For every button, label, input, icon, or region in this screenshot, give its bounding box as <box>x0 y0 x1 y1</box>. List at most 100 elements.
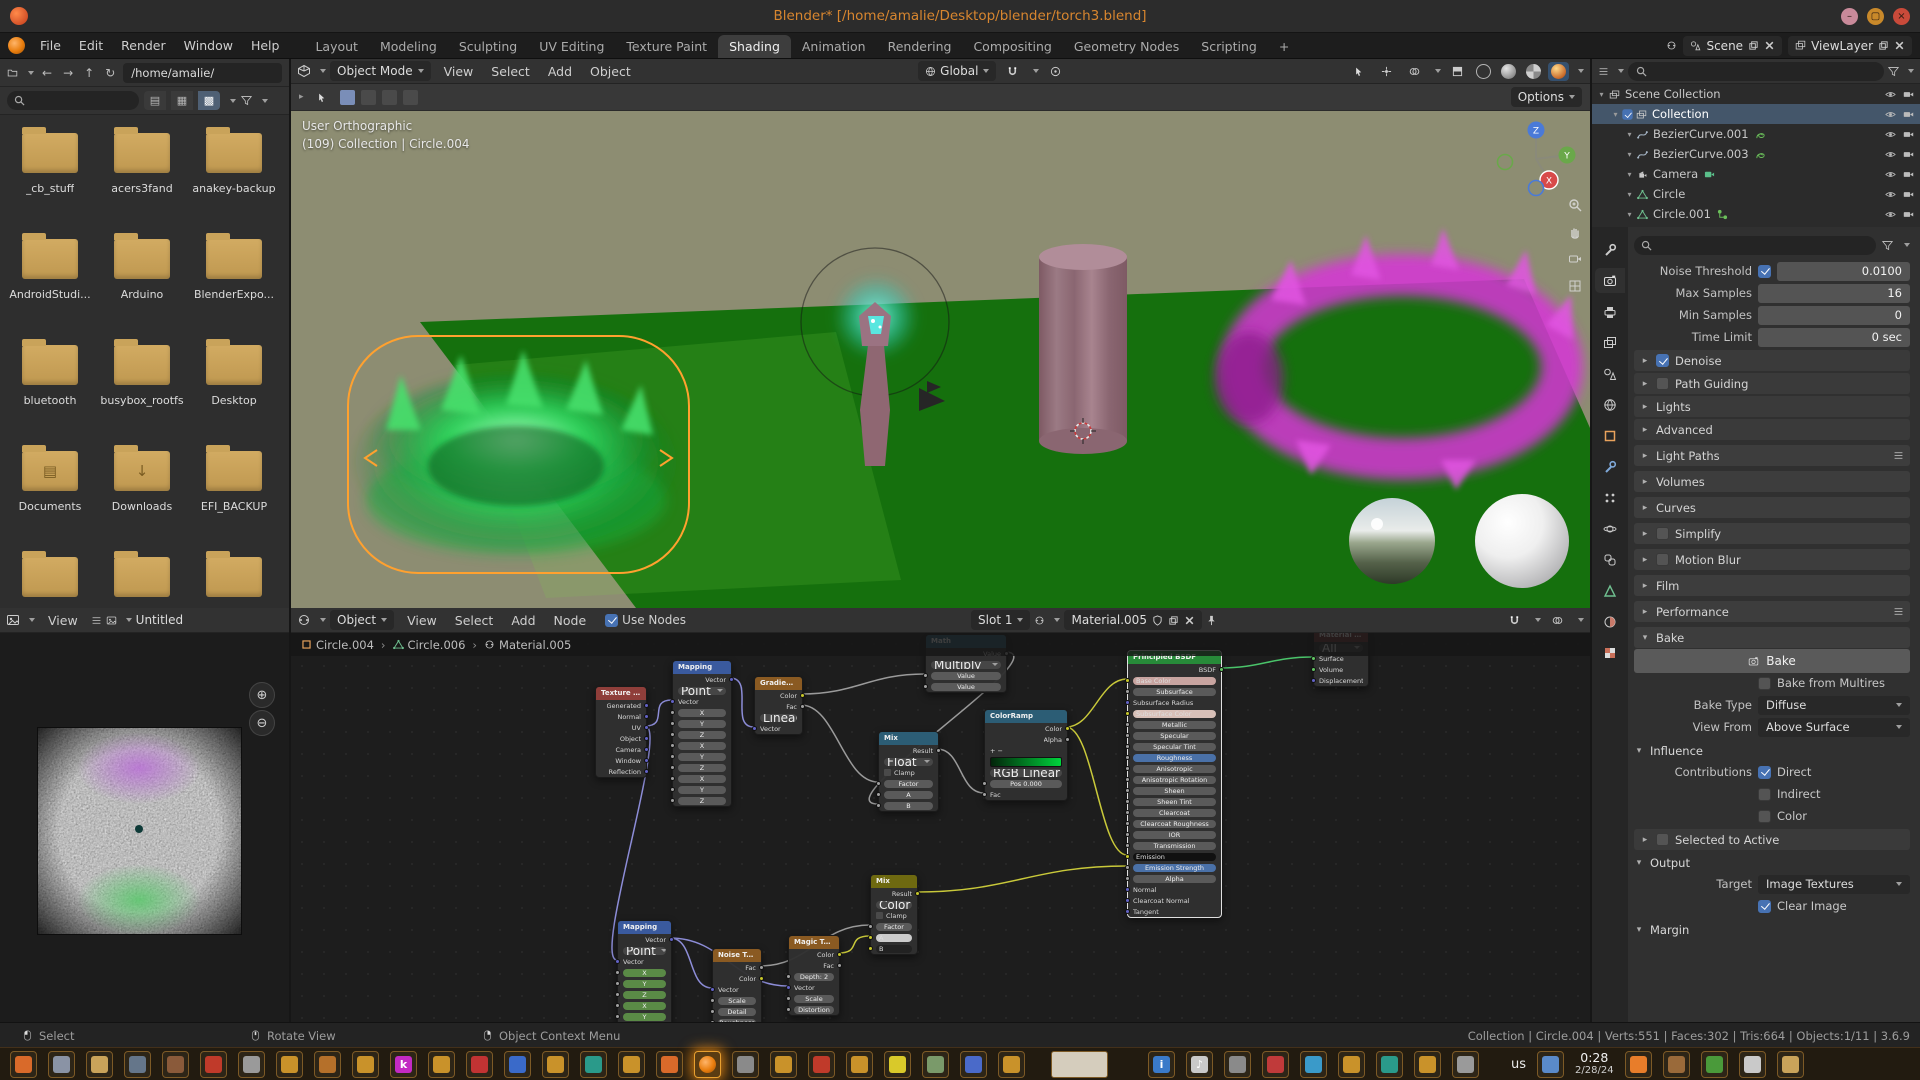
workspace-tab-layout[interactable]: Layout <box>304 35 369 58</box>
preset-menu-icon[interactable] <box>1893 450 1904 461</box>
properties-tab-physics[interactable] <box>1595 516 1625 541</box>
folder-item[interactable]: EFI_BACKUP <box>188 445 280 551</box>
refresh-button[interactable]: ↻ <box>102 66 118 80</box>
workspace-tab-animation[interactable]: Animation <box>791 35 877 58</box>
socket-dot[interactable] <box>710 1009 715 1014</box>
property-value[interactable]: 0 sec <box>1758 328 1910 347</box>
workspace-tab-shading[interactable]: Shading <box>718 35 791 58</box>
folder-item[interactable]: AndroidStudi... <box>4 233 96 339</box>
socket-dot[interactable] <box>1125 711 1130 716</box>
outliner-row-circle[interactable]: ▾Circle <box>1592 184 1920 204</box>
shading-rendered-button[interactable] <box>1551 64 1566 79</box>
breadcrumb-item[interactable]: Material.005 <box>484 638 571 652</box>
collection-checkbox[interactable] <box>1622 109 1632 119</box>
node-socket-row[interactable]: Sheen <box>1128 785 1221 796</box>
socket-dot[interactable] <box>1125 909 1130 914</box>
socket-dot[interactable] <box>868 935 873 940</box>
back-button[interactable]: ← <box>39 66 55 80</box>
node-overlays-icon[interactable] <box>1552 615 1563 626</box>
socket-dot[interactable] <box>644 714 649 719</box>
socket-dot[interactable] <box>1125 678 1130 683</box>
node-socket-row[interactable]: Sheen Tint <box>1128 796 1221 807</box>
properties-tab-tool[interactable] <box>1595 237 1625 262</box>
section-simplify[interactable]: ▸Simplify <box>1634 523 1910 544</box>
view-from-dropdown[interactable]: Above Surface <box>1758 718 1910 737</box>
taskbar-right-icon-3[interactable] <box>1701 1051 1728 1078</box>
node-socket-row[interactable]: Window <box>596 755 646 766</box>
hide-eye-icon[interactable] <box>1885 129 1896 140</box>
taskbar-blender-icon[interactable] <box>694 1051 721 1078</box>
expand-arrow[interactable]: ▾ <box>1610 110 1621 119</box>
viewport-menu-object[interactable]: Object <box>581 61 640 82</box>
socket-dot[interactable] <box>644 736 649 741</box>
color-checkbox[interactable] <box>1758 810 1771 823</box>
node-value-slider[interactable]: Z <box>623 991 666 999</box>
pan-hand-icon[interactable] <box>1568 225 1582 239</box>
disable-render-camera-icon[interactable] <box>1903 109 1914 120</box>
node-socket-row[interactable]: Alpha <box>1128 873 1221 884</box>
folder-item[interactable] <box>96 551 188 608</box>
folder-item[interactable]: anakey-backup <box>188 127 280 233</box>
properties-tab-scene[interactable] <box>1595 361 1625 386</box>
node-socket-row[interactable]: X <box>673 740 731 751</box>
section-motion-blur[interactable]: ▸Motion Blur <box>1634 549 1910 570</box>
node-dropdown[interactable]: Point <box>623 947 666 955</box>
socket-dot[interactable] <box>615 970 620 975</box>
color-ramp-bar[interactable] <box>990 757 1062 767</box>
shader-menu-view[interactable]: View <box>398 610 446 631</box>
shader-node-mix[interactable]: MixResultColorClampFactorAABB <box>870 874 918 955</box>
taskbar-app-icon-26[interactable] <box>960 1051 987 1078</box>
section-checkbox[interactable] <box>1656 527 1669 540</box>
socket-dot[interactable] <box>1125 689 1130 694</box>
node-value-slider[interactable]: Subsurface <box>1133 688 1216 696</box>
property-value[interactable]: 16 <box>1758 284 1910 303</box>
node-socket-row[interactable]: Roughness <box>713 1017 761 1022</box>
taskbar-right-icon-5[interactable] <box>1777 1051 1804 1078</box>
node-value-slider[interactable]: Metallic <box>1133 721 1216 729</box>
selectability-icon[interactable] <box>1353 66 1364 77</box>
editor-type-image-icon[interactable] <box>6 613 20 627</box>
node-value-slider[interactable]: Clearcoat Roughness <box>1133 820 1216 828</box>
viewlayer-selector[interactable]: ViewLayer <box>1788 36 1912 56</box>
node-socket-row[interactable]: Point <box>618 945 671 956</box>
node-socket-row[interactable]: Y <box>618 1011 671 1022</box>
minimize-button[interactable]: – <box>1841 8 1858 25</box>
node-socket-row[interactable]: Volume <box>1314 664 1368 675</box>
show-overlays-icon[interactable] <box>1409 66 1420 77</box>
node-value-slider[interactable]: Scale <box>718 997 756 1005</box>
section-curves[interactable]: ▸Curves <box>1634 497 1910 518</box>
node-value-slider[interactable]: Sheen <box>1133 787 1216 795</box>
node-socket-row[interactable]: Transmission <box>1128 840 1221 851</box>
section-checkbox[interactable] <box>1656 833 1669 846</box>
node-socket-row[interactable]: IOR <box>1128 829 1221 840</box>
node-socket-row[interactable]: Specular <box>1128 730 1221 741</box>
socket-dot[interactable] <box>1125 810 1130 815</box>
remove-viewlayer-icon[interactable] <box>1894 40 1905 51</box>
socket-dot[interactable] <box>1311 678 1316 683</box>
socket-dot[interactable] <box>710 987 715 992</box>
node-value-slider[interactable]: Detail <box>718 1008 756 1016</box>
node-title[interactable]: ColorRamp <box>985 710 1067 723</box>
disable-render-camera-icon[interactable] <box>1903 89 1914 100</box>
folder-item[interactable]: acers3fand <box>96 127 188 233</box>
node-value-slider[interactable]: Alpha <box>1133 875 1216 883</box>
node-socket-row[interactable]: Normal <box>1128 884 1221 895</box>
node-value-slider[interactable]: IOR <box>1133 831 1216 839</box>
socket-dot[interactable] <box>670 776 675 781</box>
socket-dot[interactable] <box>670 754 675 759</box>
window-app-icon[interactable] <box>10 7 28 25</box>
socket-dot[interactable] <box>759 976 764 981</box>
node-socket-row[interactable]: Emission Strength <box>1128 862 1221 873</box>
socket-dot[interactable] <box>670 721 675 726</box>
outliner-search-input[interactable] <box>1628 62 1884 81</box>
breadcrumb-item[interactable]: Circle.006 <box>393 638 466 652</box>
node-socket-row[interactable]: Y <box>673 784 731 795</box>
shader-node-mix[interactable]: MixResultFloatClampFactorAB <box>878 731 939 812</box>
node-socket-row[interactable]: Detail <box>713 1006 761 1017</box>
expand-arrow[interactable]: ▾ <box>1624 190 1635 199</box>
socket-dot[interactable] <box>1125 832 1130 837</box>
display-list-vertical-button[interactable]: ▤ <box>144 91 166 110</box>
hide-eye-icon[interactable] <box>1885 89 1896 100</box>
socket-dot[interactable] <box>1065 737 1070 742</box>
node-socket-row[interactable]: + − <box>985 745 1067 756</box>
